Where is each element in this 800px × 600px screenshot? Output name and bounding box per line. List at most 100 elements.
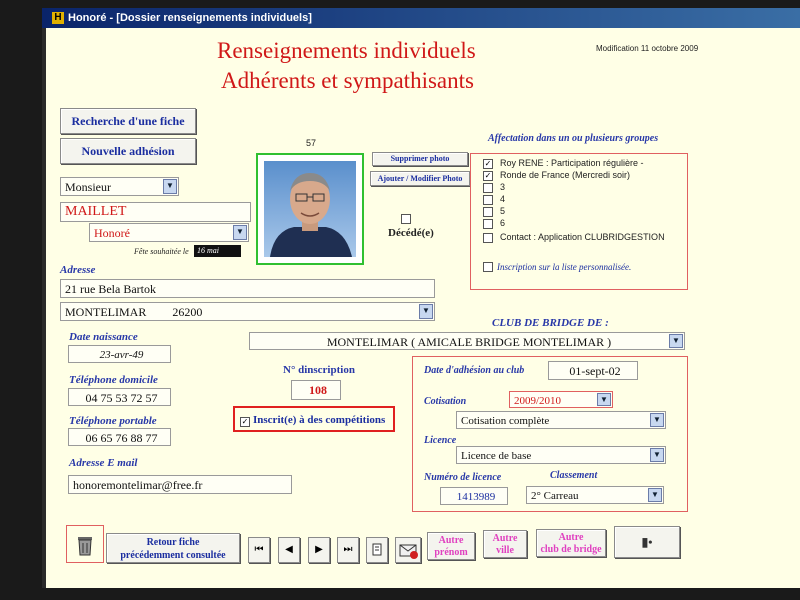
group-item-label: 6 — [500, 218, 506, 228]
previous-record-button[interactable]: ◀ — [278, 537, 300, 563]
other-club-line2: club de bridge — [540, 544, 602, 555]
birth-date-label: Date naissance — [69, 331, 138, 343]
home-phone-field[interactable]: 04 75 53 72 57 — [68, 388, 171, 406]
other-city-line2: ville — [496, 545, 514, 556]
first-name-select[interactable]: Honoré ▼ — [89, 223, 249, 242]
new-member-button[interactable]: Nouvelle adhésion — [60, 138, 196, 164]
mobile-phone-field[interactable]: 06 65 76 88 77 — [68, 428, 171, 446]
competitions-label: Inscrit(e) à des compétitions — [253, 414, 386, 426]
license-number-field[interactable]: 1413989 — [440, 487, 508, 505]
club-value: MONTELIMAR ( AMICALE BRIDGE MONTELIMAR ) — [326, 335, 612, 349]
chevron-down-icon: ▼ — [648, 488, 662, 502]
competitions-checkbox[interactable]: ✓ — [240, 417, 250, 427]
title-bar: H Honoré - [Dossier renseignements indivi… — [42, 8, 800, 28]
groups-title: Affectation dans un ou plusieurs groupes — [488, 133, 659, 144]
fee-type-value: Cotisation complète — [461, 415, 550, 427]
first-record-button[interactable]: ⏮ — [248, 537, 270, 563]
chevron-down-icon: ▼ — [669, 334, 683, 348]
birthday-wish-field[interactable]: 16 mai — [194, 245, 241, 257]
custom-list-label: Inscription sur la liste personnalisée. — [497, 262, 632, 272]
document-icon — [372, 543, 382, 556]
chevron-down-icon: ▼ — [597, 393, 611, 406]
search-record-button[interactable]: Recherche d'une fiche — [60, 108, 196, 134]
license-type-select[interactable]: Licence de base ▼ — [456, 446, 666, 464]
email-label: Adresse E mail — [69, 457, 138, 469]
deceased-label: Décédé(e) — [388, 227, 434, 239]
first-name-value: Honoré — [94, 226, 130, 240]
add-photo-button[interactable]: Ajouter / Modifier Photo — [370, 171, 470, 186]
registration-field[interactable]: 108 — [291, 380, 341, 400]
chevron-down-icon: ▼ — [650, 413, 664, 427]
member-photo — [264, 161, 356, 257]
group-checkbox[interactable] — [483, 219, 493, 229]
group-checkbox[interactable] — [483, 183, 493, 193]
back-button-line2: précédemment consultée — [120, 550, 226, 561]
print-button[interactable] — [366, 537, 388, 563]
record-number: 57 — [306, 138, 317, 148]
exit-button[interactable]: ▮• — [614, 526, 680, 558]
fee-label: Cotisation — [424, 396, 467, 407]
license-number-label: Numéro de licence — [424, 472, 502, 483]
photo-frame — [256, 153, 364, 265]
address-label: Adresse — [60, 264, 96, 276]
birth-date-field[interactable]: 23-avr-49 — [68, 345, 171, 363]
club-select[interactable]: MONTELIMAR ( AMICALE BRIDGE MONTELIMAR )… — [249, 332, 685, 350]
other-city-button[interactable]: Autre ville — [483, 530, 527, 558]
other-club-line1: Autre — [558, 532, 584, 543]
last-record-button[interactable]: ⏭ — [337, 537, 359, 563]
registration-label: N° dinscription — [283, 364, 355, 376]
last-name-field[interactable]: MAILLET — [60, 202, 251, 222]
window-title: Honoré - [Dossier renseignements individ… — [68, 12, 312, 24]
group-item-label: 4 — [500, 194, 506, 204]
club-label: CLUB DE BRIDGE DE : — [492, 317, 609, 329]
modification-date: Modification 11 octobre 2009 — [596, 44, 699, 53]
heading-line2: Adhérents et sympathisants — [221, 68, 474, 93]
group-checkbox[interactable]: ✓ — [483, 171, 493, 181]
mail-icon — [399, 544, 418, 559]
mobile-phone-label: Téléphone portable — [69, 415, 157, 427]
group-checkbox[interactable] — [483, 195, 493, 205]
group-checkbox[interactable] — [483, 207, 493, 217]
email-field[interactable]: honoremontelimar@free.fr — [68, 475, 292, 494]
delete-photo-button[interactable]: Supprimer photo — [372, 152, 468, 166]
group-checkbox[interactable]: ✓ — [483, 159, 493, 169]
mail-button[interactable] — [395, 537, 421, 563]
chevron-down-icon: ▼ — [419, 304, 433, 319]
ranking-label: Classement — [550, 470, 598, 481]
other-first-line2: prénom — [434, 547, 468, 558]
custom-list-checkbox[interactable] — [483, 262, 493, 272]
group-item-label: 5 — [500, 206, 506, 216]
fee-season-value: 2009/2010 — [514, 395, 562, 407]
chevron-down-icon: ▼ — [650, 448, 664, 462]
civility-value: Monsieur — [65, 180, 111, 194]
ranking-select[interactable]: 2° Carreau ▼ — [526, 486, 664, 504]
postcode-value: 26200 — [172, 305, 203, 319]
other-club-button[interactable]: Autre club de bridge — [536, 529, 606, 557]
back-to-previous-button[interactable]: Retour fiche précédemment consultée — [106, 533, 240, 563]
ranking-value: 2° Carreau — [531, 490, 579, 502]
back-button-line1: Retour fiche — [146, 537, 200, 548]
trash-button[interactable] — [66, 525, 104, 563]
city-select[interactable]: MONTELIMAR 26200 ▼ — [60, 302, 435, 321]
group-item-label: 3 — [500, 182, 506, 192]
chevron-down-icon: ▼ — [163, 179, 177, 194]
group-item-label: Roy RENE : Participation régulière - — [500, 158, 644, 168]
chevron-down-icon: ▼ — [233, 225, 247, 240]
group-checkbox[interactable] — [483, 233, 493, 243]
group-item-label: Contact : Application CLUBRIDGESTION — [500, 232, 665, 242]
street-field[interactable]: 21 rue Bela Bartok — [60, 279, 435, 298]
deceased-checkbox[interactable] — [401, 214, 411, 224]
fee-season-select[interactable]: 2009/2010 ▼ — [509, 391, 613, 408]
heading-line1: Renseignements individuels — [217, 38, 476, 63]
fee-type-select[interactable]: Cotisation complète ▼ — [456, 411, 666, 429]
join-date-label: Date d'adhésion au club — [424, 365, 525, 376]
birthday-wish-label: Fête souhaitée le — [134, 247, 189, 256]
civility-select[interactable]: Monsieur ▼ — [60, 177, 179, 196]
join-date-field[interactable]: 01-sept-02 — [548, 361, 638, 380]
other-first-name-button[interactable]: Autre prénom — [427, 532, 475, 560]
trash-icon — [78, 537, 92, 556]
next-record-button[interactable]: ▶ — [308, 537, 330, 563]
app-icon: H — [52, 12, 64, 25]
other-first-line1: Autre — [438, 535, 464, 546]
exit-door-icon: ▮• — [641, 535, 653, 549]
